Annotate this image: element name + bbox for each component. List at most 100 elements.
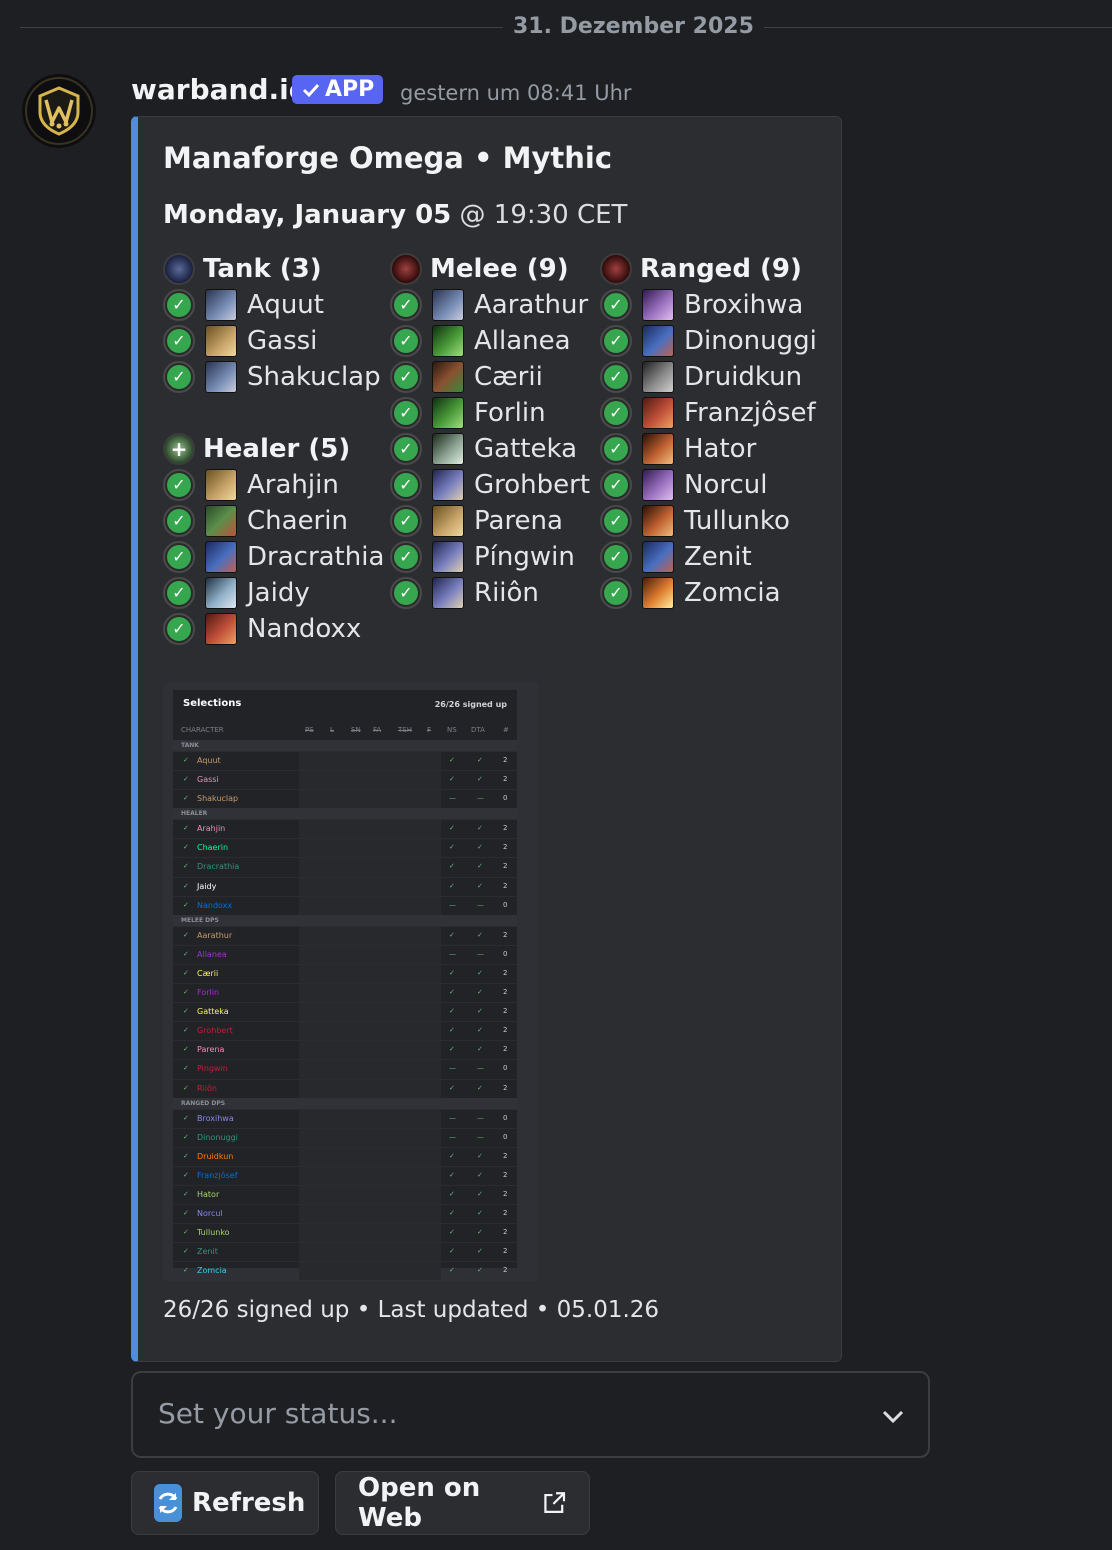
roster-member: ✓ Forlin: [390, 395, 590, 431]
selections-column-headers: CHARACTER PS L SN FA TSH F NS DTA #: [173, 720, 517, 740]
selections-empty-cells: [299, 984, 441, 1003]
member-name: Gassi: [247, 326, 318, 356]
selections-dta: ✓: [477, 1026, 483, 1035]
selections-dta: ✓: [477, 1151, 483, 1160]
selections-character: Dinonuggi: [197, 1132, 238, 1142]
selections-ns: ✓: [449, 1045, 455, 1054]
selections-character: Arahjin: [197, 824, 226, 834]
check-icon: ✓: [390, 397, 422, 429]
selections-count-cell: 0: [503, 1064, 508, 1073]
selections-image[interactable]: Selections 26/26 signed up CHARACTER PS L S…: [163, 682, 539, 1281]
selections-ns: —: [449, 1113, 456, 1122]
status-select[interactable]: Set your status...: [131, 1371, 930, 1458]
selections-empty-cells: [299, 1109, 441, 1128]
selections-count-cell: 2: [503, 824, 508, 833]
check-icon: ✓: [183, 988, 189, 997]
check-icon: ✓: [163, 361, 195, 393]
roster-member: ✓ Tullunko: [600, 503, 817, 539]
refresh-button[interactable]: Refresh: [131, 1471, 319, 1535]
group-header-healer: + Healer (5): [163, 431, 384, 467]
selections-empty-cells: [299, 752, 441, 771]
selections-row: ✓ Druidkun ✓ ✓ 2: [173, 1146, 517, 1166]
roster-member: ✓ Zomcia: [600, 575, 817, 611]
selections-empty-cells: [299, 1041, 441, 1060]
check-icon: ✓: [390, 361, 422, 393]
spec-icon: [642, 541, 674, 573]
selections-ns: —: [449, 794, 456, 803]
selections-row: ✓ Hator ✓ ✓ 2: [173, 1184, 517, 1205]
selections-count-cell: 2: [503, 930, 508, 939]
selections-row: ✓ Gatteka ✓ ✓ 2: [173, 1002, 517, 1022]
member-name: Allanea: [474, 326, 571, 356]
selections-row: ✓ Chaerin ✓ ✓ 2: [173, 838, 517, 858]
embed-footer: 26/26 signed up • Last updated • 05.01.2…: [163, 1297, 660, 1323]
spec-icon: [642, 325, 674, 357]
selections-empty-cells: [299, 1060, 441, 1079]
check-icon: ✓: [163, 325, 195, 357]
selections-character: Broxihwa: [197, 1113, 234, 1123]
selections-empty-cells: [299, 896, 441, 915]
group-label: Ranged (9): [640, 254, 802, 284]
selections-row: ✓ Allanea — — 0: [173, 944, 517, 964]
selections-dta: ✓: [477, 1007, 483, 1016]
member-name: Chaerin: [247, 506, 348, 536]
selections-count-cell: 0: [503, 1132, 508, 1141]
selections-row: ✓ Grohbert ✓ ✓ 2: [173, 1021, 517, 1041]
selections-count-cell: 2: [503, 1007, 508, 1016]
selections-dta: ✓: [477, 862, 483, 871]
check-icon: ✓: [390, 289, 422, 321]
selections-count-cell: 2: [503, 1083, 508, 1092]
selections-ns: —: [449, 1132, 456, 1141]
message-author[interactable]: warband.io: [131, 70, 308, 110]
selections-ns: —: [449, 900, 456, 909]
check-icon: ✓: [183, 1228, 189, 1237]
raid-embed: Manaforge Omega • Mythic Monday, January…: [131, 116, 842, 1362]
check-icon: ✓: [183, 1045, 189, 1054]
roster-member: ✓ Franzjôsef: [600, 395, 817, 431]
event-day: Monday, January 05: [163, 200, 452, 230]
roster-member: ✓ Cærii: [390, 359, 590, 395]
selections-ns: ✓: [449, 824, 455, 833]
roster-member: ✓ Aquut: [163, 287, 384, 323]
selections-row: ✓ Parena ✓ ✓ 2: [173, 1040, 517, 1060]
selections-dta: —: [477, 794, 484, 803]
selections-character: Aarathur: [197, 930, 233, 940]
selections-row: ✓ Forlin ✓ ✓ 2: [173, 983, 517, 1003]
message-timestamp[interactable]: gestern um 08:41 Uhr: [400, 78, 632, 108]
selections-character: Allanea: [197, 949, 227, 959]
roster-column-tank-healer: Tank (3) ✓ Aquut ✓ Gassi ✓ Shakuclap + Heal…: [163, 251, 384, 647]
open-on-web-button[interactable]: Open on Web: [335, 1471, 590, 1535]
check-icon: ✓: [183, 1007, 189, 1016]
selections-row: ✓ Pingwin — — 0: [173, 1059, 517, 1079]
refresh-icon: [154, 1484, 182, 1522]
selections-count-cell: 2: [503, 1209, 508, 1218]
selections-character: Pingwin: [197, 1064, 228, 1074]
selections-col-header: NS: [447, 726, 457, 734]
selections-dta: ✓: [477, 1189, 483, 1198]
selections-dta: —: [477, 1064, 484, 1073]
external-link-icon: [543, 1492, 565, 1513]
roster-member: ✓ Zenit: [600, 539, 817, 575]
selections-count-cell: 2: [503, 988, 508, 997]
group-header-tank: Tank (3): [163, 251, 384, 287]
selections-dta: ✓: [477, 1266, 483, 1275]
member-name: Parena: [474, 506, 563, 536]
selections-count-cell: 2: [503, 843, 508, 852]
selections-ns: ✓: [449, 775, 455, 784]
spec-icon: [205, 613, 237, 645]
check-icon: ✓: [183, 775, 189, 784]
selections-body: TANK ✓ Aquut ✓ ✓ 2 ✓ Gassi ✓ ✓ 2 ✓ Shakuclap — — 0 HEALE…: [173, 740, 517, 1281]
selections-character: Zomcia: [197, 1266, 227, 1276]
selections-row: ✓ Cærii ✓ ✓ 2: [173, 963, 517, 984]
group-label: Healer (5): [203, 434, 351, 464]
member-name: Arahjin: [247, 470, 339, 500]
selections-table: Selections 26/26 signed up CHARACTER PS L S…: [173, 690, 517, 1281]
status-select-placeholder: Set your status...: [158, 1397, 398, 1430]
spec-icon: [642, 505, 674, 537]
selections-count-cell: 2: [503, 1247, 508, 1256]
roster-member: ✓ Riiôn: [390, 575, 590, 611]
bot-avatar[interactable]: [22, 74, 96, 148]
spec-icon: [205, 325, 237, 357]
spec-icon: [205, 289, 237, 321]
selections-header: Selections 26/26 signed up: [173, 690, 517, 720]
